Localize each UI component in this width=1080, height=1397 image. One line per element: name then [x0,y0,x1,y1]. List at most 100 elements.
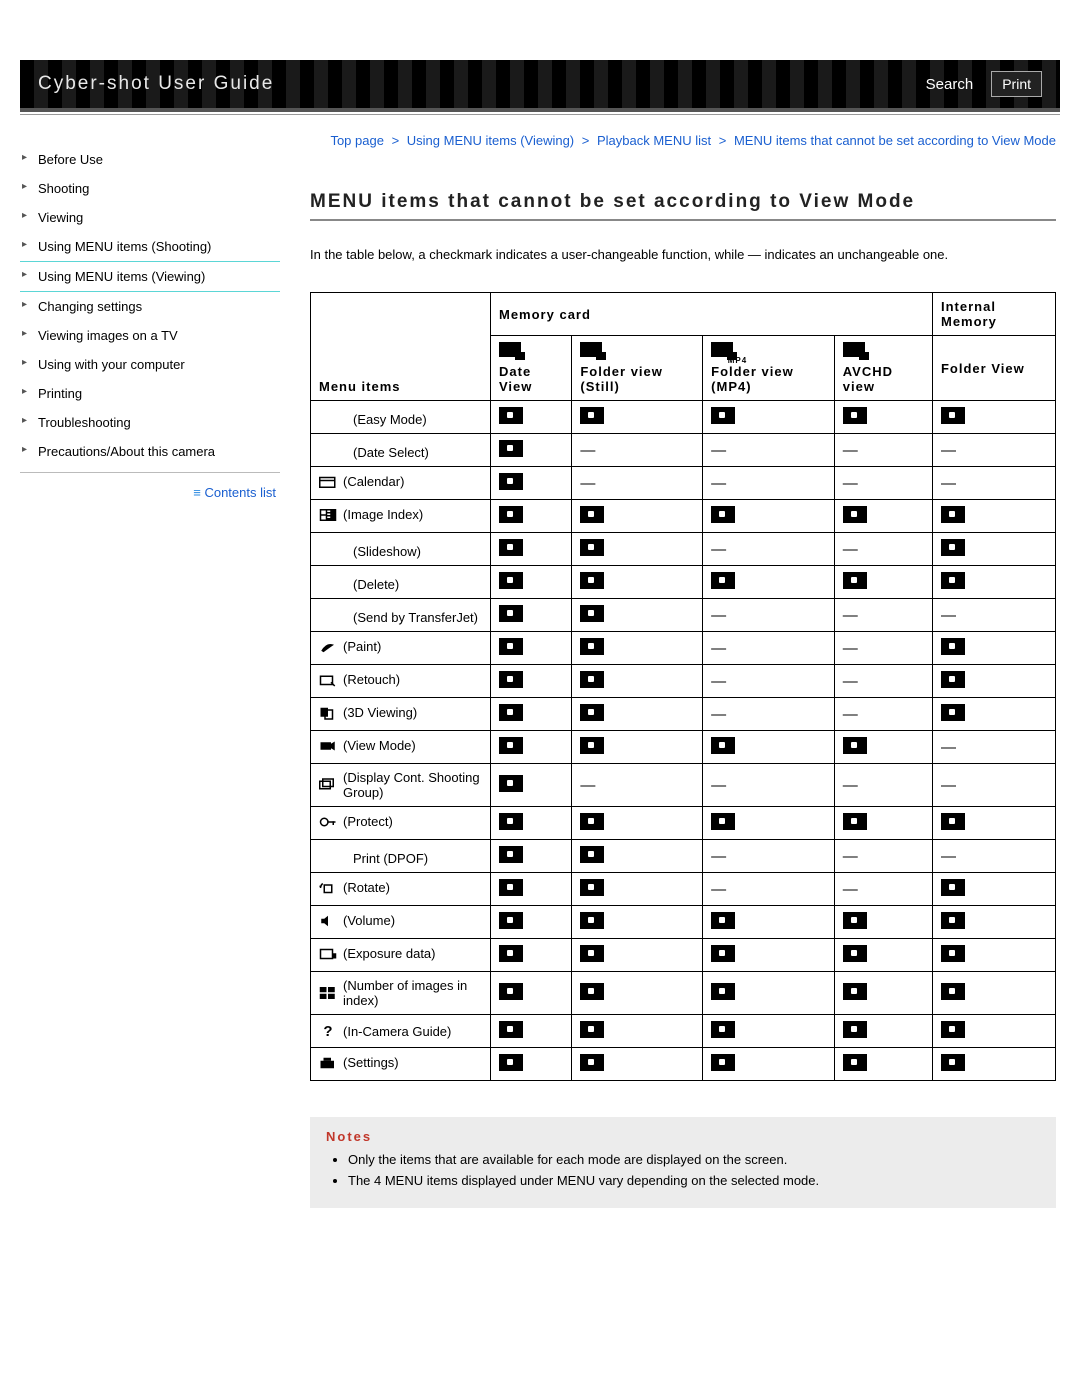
table-row: (3D Viewing)—— [311,698,1056,731]
check-icon [843,407,867,424]
nav-item-menu-viewing[interactable]: Using MENU items (Viewing) [20,261,280,292]
matrix-cell [834,1048,932,1081]
dash-mark: — [711,541,726,558]
help-icon: ? [323,1023,332,1040]
matrix-cell [572,698,703,731]
check-icon [499,912,523,929]
check-icon [580,539,604,556]
contents-list-link[interactable]: Contents list [193,485,276,500]
dash-mark: — [711,640,726,657]
nav-item-shooting[interactable]: Shooting [20,174,280,203]
matrix-cell: — [932,764,1055,807]
matrix-cell [703,906,835,939]
dash-mark: — [843,848,858,865]
viewmode-icon-wrap [319,739,337,753]
th-internal-memory: Internal Memory [932,293,1055,336]
matrix-cell: — [703,764,835,807]
check-icon [711,407,735,424]
matrix-cell: — [834,467,932,500]
print-button[interactable]: Print [991,71,1042,97]
matrix-cell: — [834,764,932,807]
menu-item-cell: (Retouch) [311,665,491,698]
matrix-cell: — [703,434,835,467]
3d-icon-wrap [319,706,337,720]
crumb-1[interactable]: Using MENU items (Viewing) [407,133,574,148]
matrix-cell [572,906,703,939]
matrix-cell [572,665,703,698]
paint-icon-wrap [319,640,337,654]
search-link[interactable]: Search [926,76,974,93]
header-rule [20,114,1060,115]
table-row: (Protect) [311,807,1056,840]
rotate-icon [319,881,337,895]
crumb-0[interactable]: Top page [330,133,384,148]
dash-mark: — [711,777,726,794]
menu-item-cell: (3D Viewing) [311,698,491,731]
matrix-cell [572,840,703,873]
check-icon [580,879,604,896]
nav-item-before-use[interactable]: Before Use [20,145,280,174]
menu-item-label: (Paint) [343,639,381,654]
check-icon [499,846,523,863]
matrix-cell [491,764,572,807]
check-icon [843,1021,867,1038]
menu-item-cell: (Number of images in index) [311,972,491,1015]
table-row: (Easy Mode) [311,401,1056,434]
matrix-cell [572,566,703,599]
nav-item-troubleshooting[interactable]: Troubleshooting [20,408,280,437]
matrix-cell [834,1015,932,1048]
th-memory-card: Memory card [491,293,933,336]
matrix-cell [491,840,572,873]
index-icon [319,508,337,522]
matrix-cell: — [572,434,703,467]
menu-item-cell: (Easy Mode) [311,401,491,434]
check-icon [711,1021,735,1038]
nav-item-printing[interactable]: Printing [20,379,280,408]
nav-item-changing-settings[interactable]: Changing settings [20,292,280,321]
nav-list: Before Use Shooting Viewing Using MENU i… [20,145,280,466]
menu-item-label: (Display Cont. Shooting Group) [343,770,482,800]
check-icon [499,1021,523,1038]
check-icon [843,572,867,589]
nav-item-precautions[interactable]: Precautions/About this camera [20,437,280,466]
menu-item-cell: (Settings) [311,1048,491,1081]
help-icon-wrap: ? [319,1023,337,1040]
check-icon [941,983,965,1000]
matrix-cell: — [703,599,835,632]
nav-item-computer[interactable]: Using with your computer [20,350,280,379]
matrix-cell [834,807,932,840]
check-icon [499,879,523,896]
nav-item-viewing[interactable]: Viewing [20,203,280,232]
check-icon [580,945,604,962]
table-row: Print (DPOF)——— [311,840,1056,873]
matrix-cell [703,939,835,972]
matrix-cell [572,599,703,632]
matrix-cell [932,401,1055,434]
check-icon [941,1054,965,1071]
matrix-cell [572,807,703,840]
dash-mark: — [941,475,956,492]
matrix-cell [932,500,1055,533]
matrix-cell [491,731,572,764]
app-title: Cyber-shot User Guide [38,73,274,95]
nav-item-menu-shooting[interactable]: Using MENU items (Shooting) [20,232,280,261]
table-row: (Display Cont. Shooting Group)———— [311,764,1056,807]
matrix-cell [572,873,703,906]
menu-item-label: (Exposure data) [343,946,436,961]
check-icon [843,945,867,962]
menu-item-cell: Print (DPOF) [311,840,491,873]
check-icon [499,704,523,721]
check-icon [580,1054,604,1071]
menu-item-cell: (Calendar) [311,467,491,500]
matrix-cell [572,972,703,1015]
protect-icon [319,815,337,829]
check-icon [941,704,965,721]
intro-text: In the table below, a checkmark indicate… [310,245,1056,265]
check-icon [711,912,735,929]
check-icon [711,1054,735,1071]
crumb-2[interactable]: Playback MENU list [597,133,711,148]
table-row: (Date Select)———— [311,434,1056,467]
nav-item-tv[interactable]: Viewing images on a TV [20,321,280,350]
check-icon [499,983,523,1000]
matrix-cell [834,906,932,939]
